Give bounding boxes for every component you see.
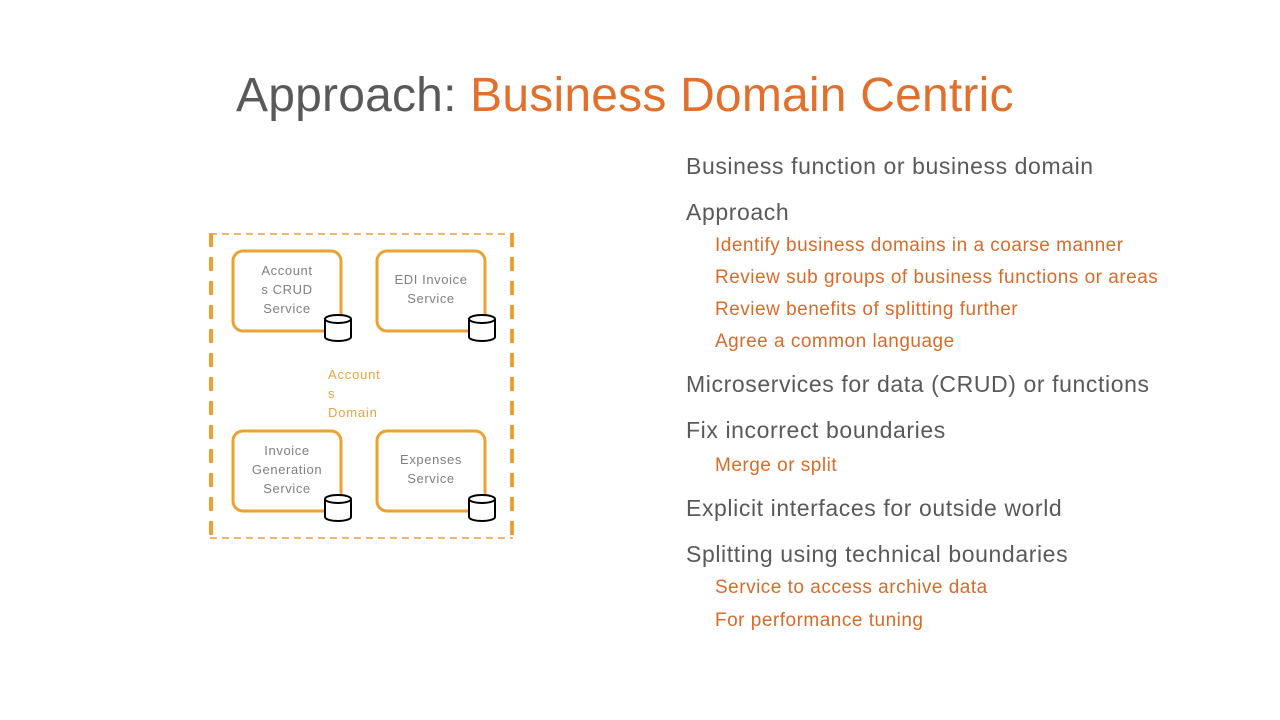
service-label-edi-invoice: EDI Invoice Service xyxy=(394,272,468,306)
service-label-accounts-crud: Account s CRUD Service xyxy=(261,263,313,316)
sub-bullet-identify-domains: Identify business domains in a coarse ma… xyxy=(715,235,1124,256)
service-label-expenses: Expenses Service xyxy=(400,452,462,486)
sub-bullet-review-benefits: Review benefits of splitting further xyxy=(715,299,1019,320)
bullet-technical-boundaries: Splitting using technical boundaries xyxy=(686,541,1069,567)
slide-title: Approach: Business Domain Centric xyxy=(236,66,1014,126)
sub-bullet-common-language: Agree a common language xyxy=(715,331,955,352)
bullet-business-function: Business function or business domain xyxy=(686,153,1094,179)
database-icon xyxy=(468,314,496,342)
title-accent: Business Domain Centric xyxy=(470,69,1014,122)
domain-diagram: Account s CRUD Service EDI Invoice Servi… xyxy=(205,228,520,546)
database-icon xyxy=(324,494,352,522)
service-label-invoice-generation: Invoice Generation Service xyxy=(251,443,323,496)
sub-bullet-archive-data: Service to access archive data xyxy=(715,577,988,598)
bullet-fix-boundaries: Fix incorrect boundaries xyxy=(686,417,946,443)
bullet-microservices-data: Microservices for data (CRUD) or functio… xyxy=(686,371,1150,397)
database-icon xyxy=(324,314,352,342)
bullet-explicit-interfaces: Explicit interfaces for outside world xyxy=(686,495,1063,521)
sub-bullet-review-subgroups: Review sub groups of business functions … xyxy=(715,267,1159,288)
domain-label: Account s Domain xyxy=(328,367,381,420)
bullet-list: Business function or business domain App… xyxy=(686,152,1266,633)
title-lead: Approach: xyxy=(236,69,457,122)
database-icon xyxy=(468,494,496,522)
sub-bullet-merge-split: Merge or split xyxy=(715,455,838,476)
sub-bullet-performance-tuning: For performance tuning xyxy=(715,610,924,631)
bullet-approach: Approach xyxy=(686,199,790,225)
